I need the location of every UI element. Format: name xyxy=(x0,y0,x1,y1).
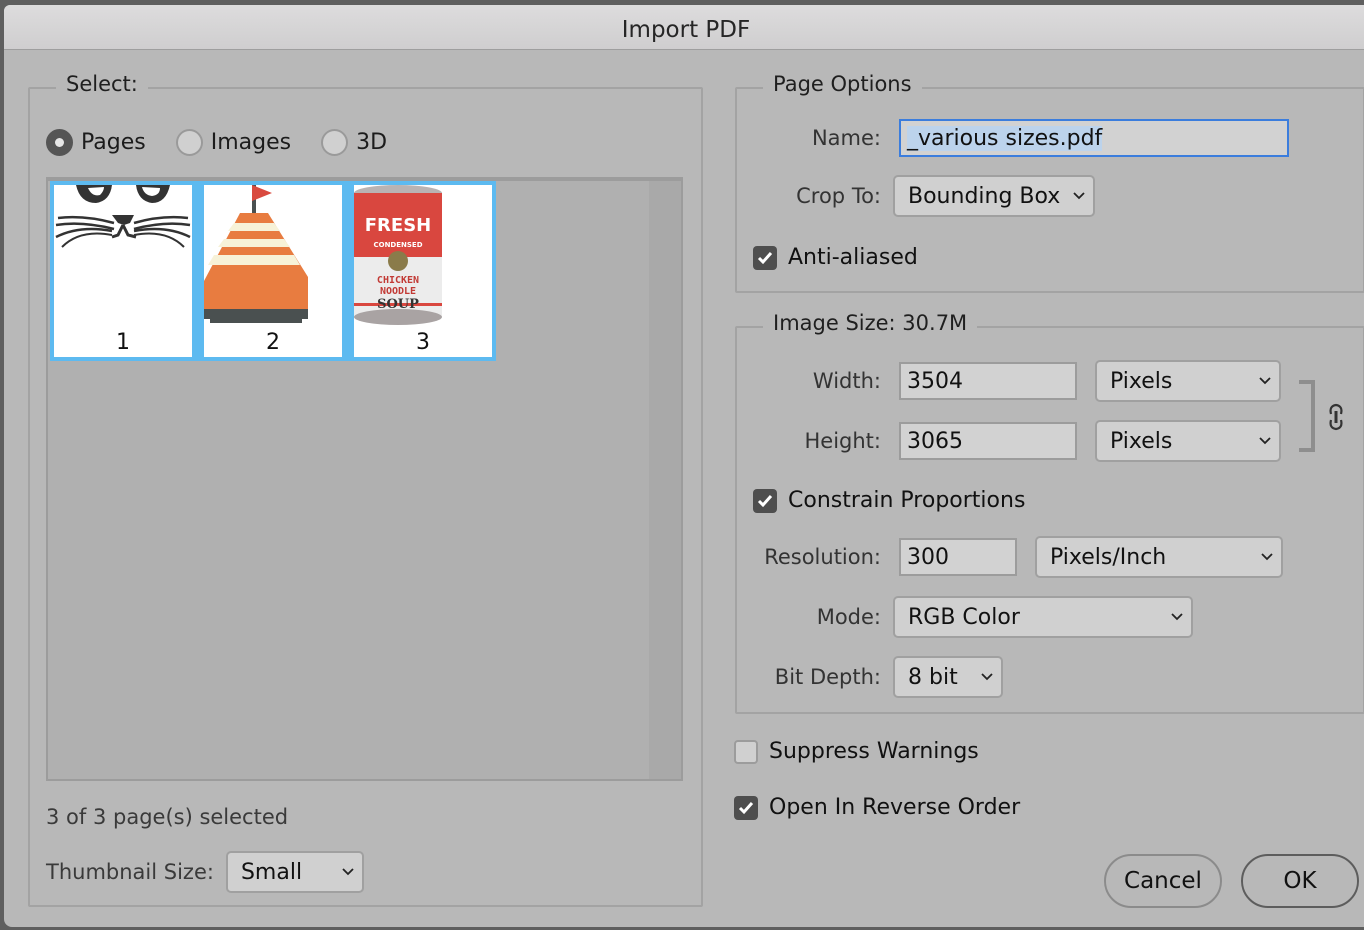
scrollbar-track[interactable] xyxy=(649,181,681,779)
select-legend: Select: xyxy=(56,72,148,96)
thumbnail-page-2[interactable]: 2 xyxy=(204,185,342,357)
checkbox-checked-icon xyxy=(753,245,777,270)
bit-depth-value: 8 bit xyxy=(908,664,958,690)
reverse-order-label: Open In Reverse Order xyxy=(769,795,1021,820)
constrain-proportions-checkbox[interactable]: Constrain Proportions xyxy=(753,488,1025,513)
name-input[interactable]: _various sizes.pdf xyxy=(899,119,1289,157)
mode-value: RGB Color xyxy=(908,604,1020,630)
height-row: Height: 3065 Pixels xyxy=(757,420,1281,462)
width-input[interactable]: 3504 xyxy=(899,362,1077,400)
bit-depth-select[interactable]: 8 bit xyxy=(893,656,1003,698)
reverse-order-checkbox[interactable]: Open In Reverse Order xyxy=(734,795,1020,820)
crop-to-value: Bounding Box xyxy=(908,183,1061,209)
radio-indicator xyxy=(175,129,203,156)
radio-label: 3D xyxy=(356,130,388,155)
resolution-input[interactable]: 300 xyxy=(899,538,1017,576)
chevron-down-icon xyxy=(1259,437,1271,445)
chevron-down-icon xyxy=(1073,192,1085,200)
resolution-label: Resolution: xyxy=(764,545,881,569)
thumbnail-size-select[interactable]: Small xyxy=(225,851,364,893)
name-input-value: _various sizes.pdf xyxy=(907,125,1103,151)
radio-3d[interactable]: 3D xyxy=(321,129,387,156)
mode-label: Mode: xyxy=(816,605,881,629)
image-size-group: Image Size: 30.7M Width: 3504 Pixels Hei… xyxy=(735,311,1364,714)
bit-depth-label: Bit Depth: xyxy=(774,665,881,689)
name-label: Name: xyxy=(811,126,881,150)
anti-aliased-checkbox[interactable]: Anti-aliased xyxy=(753,245,918,270)
page-options-group: Page Options Name: _various sizes.pdf Cr… xyxy=(735,72,1364,293)
width-value: 3504 xyxy=(907,368,963,394)
height-unit-select[interactable]: Pixels xyxy=(1095,420,1281,462)
selected-thumbnails: 1 2 FRESH CONDENSED CHICKEN NOODLE SOUP … xyxy=(50,181,496,361)
select-group: Select: Pages Images 3D 1 2 FRESH CONDEN… xyxy=(28,72,703,907)
import-pdf-dialog: Import PDF Select: Pages Images 3D 1 2 F… xyxy=(4,5,1364,927)
chevron-down-icon xyxy=(342,868,354,876)
suppress-warnings-checkbox[interactable]: Suppress Warnings xyxy=(734,739,979,764)
can-label-condensed: CONDENSED xyxy=(373,241,422,249)
suppress-warnings-label: Suppress Warnings xyxy=(769,739,979,764)
can-label-chicken: CHICKEN xyxy=(377,275,419,286)
height-input[interactable]: 3065 xyxy=(899,422,1077,460)
name-row: Name: _various sizes.pdf xyxy=(757,119,1289,157)
radio-label: Images xyxy=(210,130,292,155)
resolution-unit-select[interactable]: Pixels/Inch xyxy=(1035,536,1283,578)
mode-select[interactable]: RGB Color xyxy=(893,596,1193,638)
checkbox-checked-icon xyxy=(753,488,777,513)
cat-face-icon xyxy=(55,185,191,248)
thumbnail-page-1[interactable]: 1 xyxy=(54,185,192,357)
can-label-noodle: NOODLE xyxy=(380,286,416,297)
crop-to-row: Crop To: Bounding Box xyxy=(757,175,1095,217)
link-bracket xyxy=(1299,380,1315,452)
constrain-proportions-label: Constrain Proportions xyxy=(788,488,1026,513)
crop-to-label: Crop To: xyxy=(796,184,881,208)
width-row: Width: 3504 Pixels xyxy=(757,360,1281,402)
width-label: Width: xyxy=(812,369,881,393)
radio-label: Pages xyxy=(81,130,146,155)
page-number: 2 xyxy=(266,330,280,355)
chevron-down-icon xyxy=(1171,613,1183,621)
checkbox-checked-icon xyxy=(734,795,758,820)
height-value: 3065 xyxy=(907,428,963,454)
chain-link-icon[interactable] xyxy=(1327,402,1345,432)
mode-row: Mode: RGB Color xyxy=(757,596,1193,638)
page-options-legend: Page Options xyxy=(763,72,922,96)
dialog-title: Import PDF xyxy=(4,5,1364,50)
resolution-row: Resolution: 300 Pixels/Inch xyxy=(757,536,1283,578)
can-label-soup: SOUP xyxy=(377,297,419,312)
width-unit-select[interactable]: Pixels xyxy=(1095,360,1281,402)
radio-indicator xyxy=(321,129,349,156)
page-number: 1 xyxy=(116,330,130,355)
soup-can-icon: FRESH CONDENSED CHICKEN NOODLE SOUP xyxy=(354,185,442,325)
thumbnail-page-3[interactable]: FRESH CONDENSED CHICKEN NOODLE SOUP 3 xyxy=(354,185,492,357)
height-label: Height: xyxy=(804,429,882,453)
image-size-legend: Image Size: 30.7M xyxy=(763,311,978,335)
page-number: 3 xyxy=(416,330,430,355)
checkbox-unchecked-icon xyxy=(734,739,758,764)
radio-pages[interactable]: Pages xyxy=(46,129,146,156)
page-thumbnail-list[interactable]: 1 2 FRESH CONDENSED CHICKEN NOODLE SOUP … xyxy=(46,177,683,781)
height-unit-value: Pixels xyxy=(1110,428,1173,454)
chevron-down-icon xyxy=(1259,377,1271,385)
radio-images[interactable]: Images xyxy=(175,129,292,156)
cancel-button[interactable]: Cancel xyxy=(1104,854,1222,908)
thumbnail-size-row: Thumbnail Size: Small xyxy=(46,851,364,893)
radio-indicator xyxy=(46,129,73,156)
thumbnail-size-label: Thumbnail Size: xyxy=(46,860,214,884)
chevron-down-icon xyxy=(981,673,993,681)
selection-status: 3 of 3 page(s) selected xyxy=(46,805,289,829)
width-unit-value: Pixels xyxy=(1110,368,1173,394)
bit-depth-row: Bit Depth: 8 bit xyxy=(757,656,1003,698)
anti-aliased-label: Anti-aliased xyxy=(788,245,918,270)
chevron-down-icon xyxy=(1261,553,1273,561)
thumbnail-size-value: Small xyxy=(240,859,303,885)
crop-to-select[interactable]: Bounding Box xyxy=(893,175,1095,217)
select-type-radios: Pages Images 3D xyxy=(46,129,417,156)
ok-button[interactable]: OK xyxy=(1241,854,1359,908)
buoy-icon xyxy=(204,185,308,323)
can-label-fresh: FRESH xyxy=(365,215,431,236)
resolution-value: 300 xyxy=(907,544,949,570)
resolution-unit-value: Pixels/Inch xyxy=(1050,544,1167,570)
